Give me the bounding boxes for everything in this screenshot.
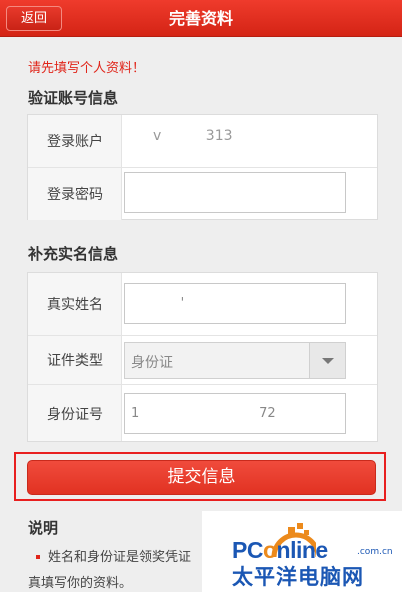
real-name-input[interactable] [124,283,346,324]
hint-text: 请先填写个人资料！ [28,61,146,76]
password-row: 登录密码 [28,168,377,220]
id-type-select[interactable]: 身份证 [124,342,346,379]
login-account-row: 登录账户 v 313 [28,115,377,167]
note-text-line2: 真填写你的资料。 [28,576,133,591]
login-account-label: 登录账户 [47,134,103,150]
submit-button[interactable]: 提交信息 [27,460,376,495]
account-section-title: 验证账号信息 [28,89,119,107]
id-type-selected-value: 身份证 [131,355,173,371]
real-name-row: 真实姓名 [28,273,377,335]
password-input[interactable] [124,172,346,213]
page-title: 完善资料 [168,9,233,28]
id-number-label: 身份证号 [47,407,103,423]
note-text-line1: 姓名和身份证是领奖凭证 [48,550,192,565]
note-bullet [36,555,40,559]
login-account-value: v 313 [153,128,233,144]
dropdown-arrow-icon[interactable] [309,343,345,378]
notes-title: 说明 [28,519,59,537]
watermark-chinese-name: 太平洋电脑网 [232,565,364,589]
identity-section-title: 补充实名信息 [28,245,119,263]
watermark-brand: PConline [232,537,328,563]
top-navigation-bar: 返回 完善资料 [0,0,402,37]
real-name-label: 真实姓名 [47,297,103,313]
id-type-label: 证件类型 [47,353,103,369]
identity-card: 真实姓名 证件类型 身份证 身份证号 [27,272,378,442]
account-card: 登录账户 v 313 登录密码 [27,114,378,220]
id-number-row: 身份证号 [28,385,377,441]
id-type-row: 证件类型 身份证 [28,336,377,384]
watermark-domain: .com.cn [357,547,393,557]
password-label: 登录密码 [47,187,103,203]
pconline-watermark: PConline .com.cn 太平洋电脑网 [202,511,402,592]
id-number-input[interactable] [124,393,346,434]
